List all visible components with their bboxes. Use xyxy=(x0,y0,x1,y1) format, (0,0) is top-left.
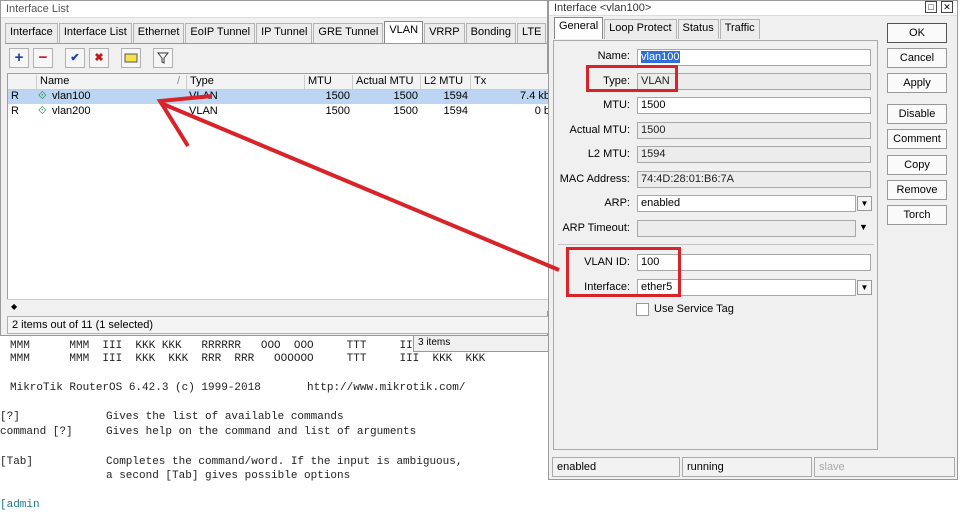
arrow-line xyxy=(162,102,560,272)
annotation-arrow xyxy=(156,94,560,272)
